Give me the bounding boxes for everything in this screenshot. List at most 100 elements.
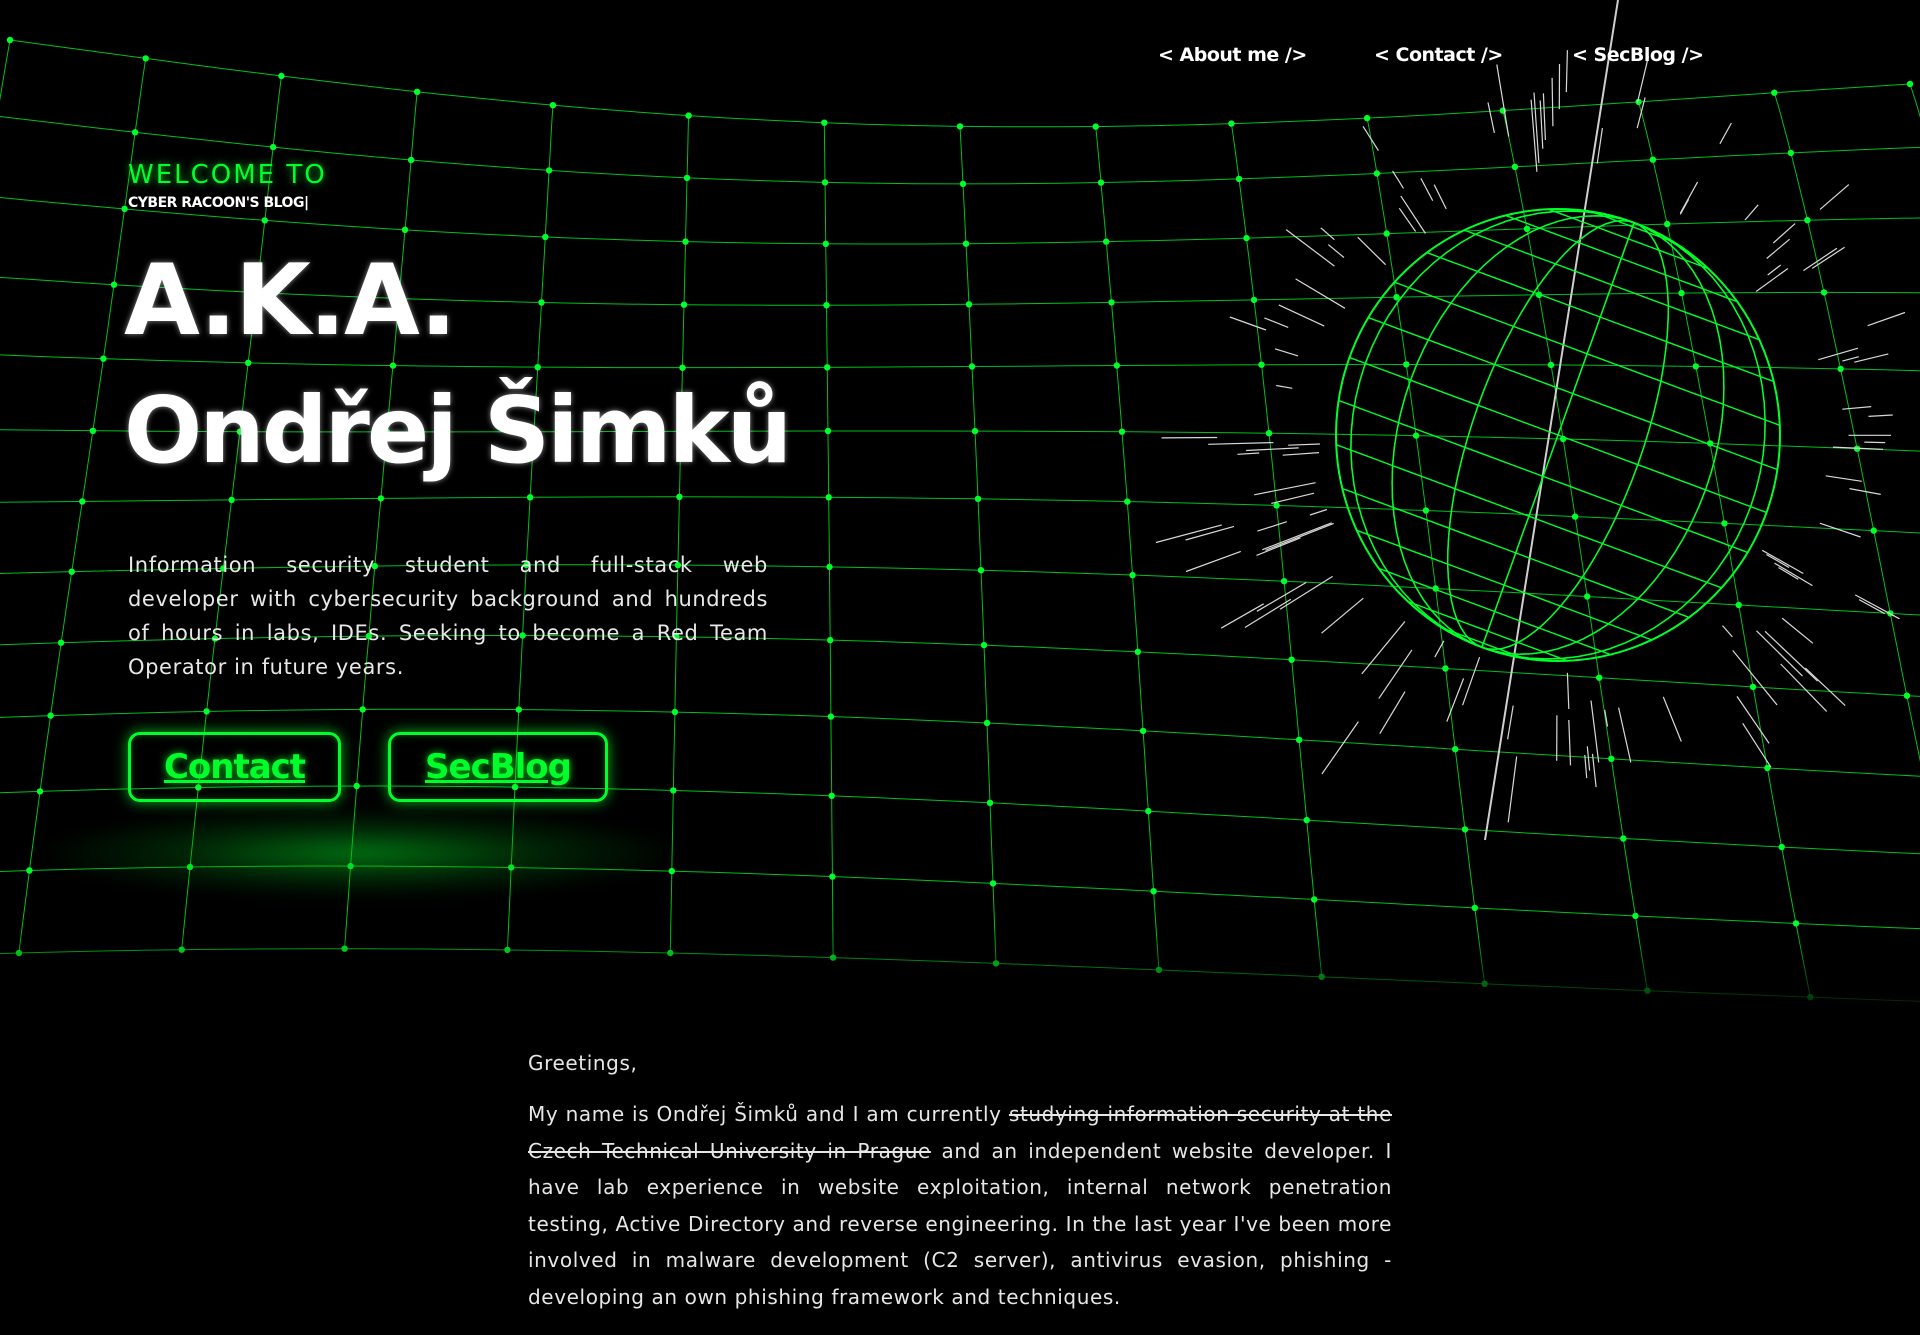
welcome-heading: WELCOME TO: [128, 160, 327, 190]
sphere-ray: [1379, 691, 1406, 735]
grid-node: [110, 281, 118, 288]
sphere-ray: [1764, 630, 1818, 682]
sphere-ray: [1842, 406, 1872, 410]
grid-node: [682, 238, 689, 245]
sphere-ray: [1566, 672, 1570, 710]
sphere-ray: [1864, 441, 1886, 444]
sphere-meridian: [1446, 219, 1635, 648]
grid-node: [534, 364, 541, 371]
grid-node: [826, 563, 833, 571]
grid-node: [974, 495, 982, 502]
sphere-ray: [1361, 621, 1406, 675]
sphere-meridian: [1481, 222, 1725, 655]
about-text-after: and an independent website developer. I …: [528, 1138, 1393, 1309]
sphere-ray: [1237, 452, 1260, 455]
grid-node: [983, 719, 991, 727]
nav-contact[interactable]: < Contact />: [1374, 44, 1503, 66]
grid-node: [683, 174, 691, 182]
wireframe-sphere-icon: [1155, 0, 1906, 841]
grid-node: [676, 493, 683, 500]
sphere-ray: [1282, 452, 1320, 456]
sphere-ray: [1274, 348, 1299, 357]
grid-node: [142, 55, 149, 62]
nav-secblog[interactable]: < SecBlog />: [1572, 44, 1704, 66]
sphere-ray: [1732, 650, 1778, 706]
sphere-ray: [1849, 488, 1881, 495]
contact-button[interactable]: Contact: [128, 732, 341, 802]
about-section: Greetings, My name is Ondřej Šimků and I…: [528, 1046, 1392, 1315]
sphere-ray: [1530, 99, 1538, 172]
sphere-ray: [1420, 178, 1434, 201]
sphere-ray: [1185, 550, 1242, 573]
sphere-ray: [1288, 443, 1320, 446]
grid-node: [526, 494, 534, 501]
sphere-ray: [1507, 705, 1514, 740]
section-fade: [0, 930, 1920, 1020]
sphere-ray: [1434, 640, 1445, 658]
grid-node: [79, 498, 86, 505]
grid-node: [278, 72, 285, 80]
sphere-ray: [1744, 204, 1759, 221]
grid-node: [1097, 179, 1105, 186]
sphere-ray: [1774, 562, 1813, 587]
sphere-ray: [1618, 707, 1632, 763]
grid-node: [6, 36, 14, 44]
sphere-ray: [1462, 656, 1481, 706]
sphere-ray: [1539, 100, 1544, 149]
sphere-ray: [1507, 756, 1518, 823]
sphere-ray: [1295, 278, 1346, 309]
aka-heading: A.K.A.: [124, 244, 457, 358]
grid-node: [353, 782, 360, 790]
grid-node: [68, 568, 75, 575]
sphere-ray: [1811, 246, 1845, 269]
secblog-button[interactable]: SecBlog: [388, 732, 608, 802]
grid-node: [269, 143, 277, 151]
sphere-meridian: [1481, 222, 1670, 651]
sphere-ray: [1257, 521, 1287, 532]
sphere-ray: [1487, 102, 1495, 134]
sphere-ray: [1767, 264, 1782, 276]
grid-node: [829, 873, 836, 880]
nav-about-me[interactable]: < About me />: [1158, 44, 1307, 66]
grid-node: [977, 567, 985, 574]
sphere-ray: [1636, 97, 1646, 129]
grid-node: [545, 167, 553, 174]
sphere-ray: [1825, 475, 1862, 482]
sphere-ray: [1590, 700, 1600, 763]
sphere-ray: [1551, 77, 1554, 127]
grid-node: [823, 302, 830, 309]
sphere-ray: [1604, 709, 1609, 727]
sphere-meridian: [1481, 222, 1725, 655]
sphere-ray: [1320, 227, 1335, 241]
grid-node: [956, 123, 964, 130]
sphere-ray: [1496, 64, 1510, 137]
sphere-ray: [1327, 244, 1345, 258]
sphere-ray: [1278, 304, 1325, 327]
grid-node: [515, 706, 522, 713]
grid-node: [986, 799, 994, 806]
sphere-ray: [1321, 721, 1359, 775]
sphere-ray: [1868, 414, 1893, 417]
grid-node: [1092, 123, 1099, 130]
page: < About me /> < Contact /> < SecBlog /> …: [0, 0, 1920, 1335]
sphere-ray: [1433, 184, 1447, 210]
grid-node: [968, 363, 976, 370]
sphere-meridian: [1391, 215, 1635, 648]
sphere-ray: [1756, 630, 1803, 677]
sphere-ray: [1781, 617, 1814, 644]
grid-node: [413, 88, 421, 96]
sphere-ray: [1596, 127, 1603, 164]
grid-node: [389, 362, 397, 369]
grid-node: [680, 301, 688, 308]
grid-node: [538, 299, 545, 306]
sphere-ray: [1586, 746, 1591, 771]
sphere-ray: [1271, 492, 1315, 504]
grid-node: [959, 180, 967, 188]
grid-node: [1103, 238, 1110, 245]
sphere-ray: [1446, 678, 1465, 722]
sphere-ray: [1155, 524, 1222, 544]
sphere-ray: [1254, 482, 1316, 496]
sphere-ray: [1854, 594, 1900, 620]
sphere-meridian: [1481, 222, 1670, 651]
sphere-meridian: [1391, 215, 1635, 648]
